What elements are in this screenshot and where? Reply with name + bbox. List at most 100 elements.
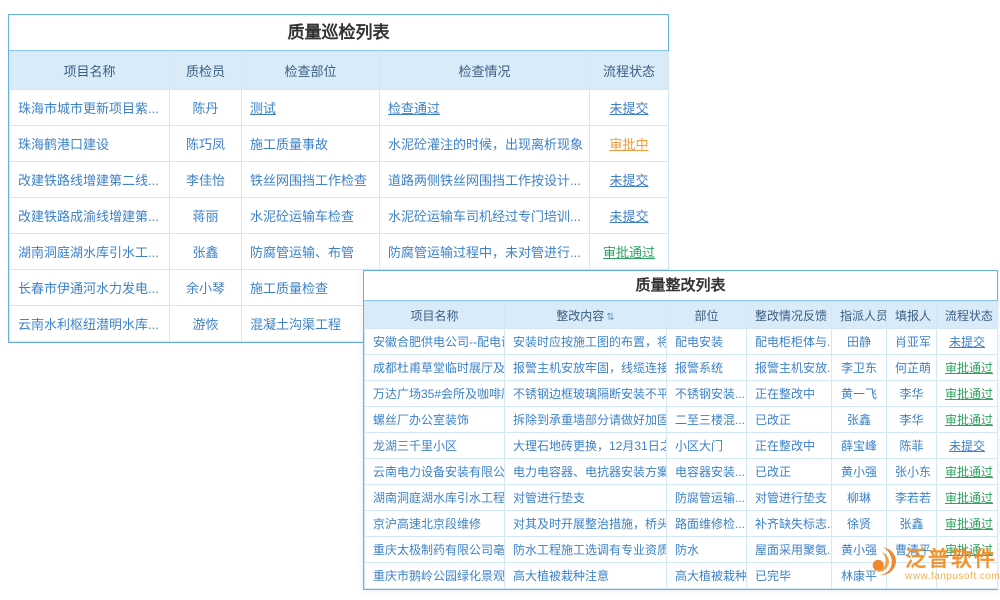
inspector-cell: 余小琴 bbox=[170, 270, 242, 306]
inspector-cell: 李佳怡 bbox=[170, 162, 242, 198]
status-link[interactable]: 审批通过 bbox=[603, 245, 655, 260]
content-cell: 拆除到承重墙部分请做好加固... bbox=[505, 407, 667, 433]
table-row: 湖南洞庭湖水库引水工程施工标对管进行垫支防腐管运输...对管进行垫支柳琳李若若审… bbox=[365, 485, 998, 511]
assignee-cell: 李卫东 bbox=[832, 355, 887, 381]
project-cell[interactable]: 京沪高速北京段维修 bbox=[365, 511, 505, 537]
part-cell: 电容器安装... bbox=[667, 459, 747, 485]
assignee-cell: 柳琳 bbox=[832, 485, 887, 511]
col-header-feedback: 整改情况反馈 bbox=[747, 302, 832, 329]
rectification-table-header: 项目名称 整改内容⇅ 部位 整改情况反馈 指派人员 填报人 流程状态 bbox=[365, 302, 998, 329]
status-cell: 审批通过 bbox=[590, 234, 669, 270]
status-cell: 审批通过 bbox=[937, 485, 998, 511]
feedback-cell: 已完毕 bbox=[747, 563, 832, 589]
reporter-cell: 陈菲 bbox=[887, 433, 937, 459]
status-link[interactable]: 审批通过 bbox=[945, 387, 993, 401]
status-link[interactable]: 未提交 bbox=[609, 209, 648, 224]
status-cell: 未提交 bbox=[937, 433, 998, 459]
status-link[interactable]: 未提交 bbox=[949, 335, 985, 349]
project-cell[interactable]: 改建铁路线增建第二线... bbox=[10, 162, 170, 198]
table-row: 改建铁路线增建第二线...李佳怡铁丝网围挡工作检查道路两侧铁丝网围挡工作按设计.… bbox=[10, 162, 669, 198]
reporter-cell: 何芷萌 bbox=[887, 355, 937, 381]
col-header-part: 检查部位 bbox=[242, 52, 380, 90]
status-cell: 审批中 bbox=[590, 126, 669, 162]
part-cell: 防水 bbox=[667, 537, 747, 563]
assignee-cell: 徐贤 bbox=[832, 511, 887, 537]
reporter-cell: 张小东 bbox=[887, 459, 937, 485]
assignee-cell: 黄一飞 bbox=[832, 381, 887, 407]
project-cell[interactable]: 湖南洞庭湖水库引水工... bbox=[10, 234, 170, 270]
project-cell[interactable]: 成都杜甫草堂临时展厅及独立展... bbox=[365, 355, 505, 381]
content-cell: 报警主机安放牢固，线缆连接... bbox=[505, 355, 667, 381]
content-cell: 电力电容器、电抗器安装方案... bbox=[505, 459, 667, 485]
table-row: 万达广场35#会所及咖啡厅空...不锈钢边框玻璃隔断安装不平...不锈钢安装..… bbox=[365, 381, 998, 407]
status-cell: 未提交 bbox=[590, 90, 669, 126]
status-link[interactable]: 审批通过 bbox=[945, 491, 993, 505]
status-link[interactable]: 审批中 bbox=[609, 137, 648, 152]
status-cell: 审批通过 bbox=[937, 381, 998, 407]
inspector-cell: 陈丹 bbox=[170, 90, 242, 126]
feedback-cell: 报警主机安放... bbox=[747, 355, 832, 381]
project-cell[interactable]: 万达广场35#会所及咖啡厅空... bbox=[365, 381, 505, 407]
col-header-inspector: 质检员 bbox=[170, 52, 242, 90]
project-cell[interactable]: 湖南洞庭湖水库引水工程施工标 bbox=[365, 485, 505, 511]
situation-cell: 水泥砼运输车司机经过专门培训... bbox=[380, 198, 590, 234]
sort-icon[interactable]: ⇅ bbox=[606, 312, 614, 323]
feedback-cell: 已改正 bbox=[747, 459, 832, 485]
part-cell: 配电安装 bbox=[667, 329, 747, 355]
feedback-cell: 配电柜柜体与... bbox=[747, 329, 832, 355]
content-cell: 安装时应按施工图的布置，将... bbox=[505, 329, 667, 355]
col-header-content[interactable]: 整改内容⇅ bbox=[505, 302, 667, 329]
part-cell: 路面维修检... bbox=[667, 511, 747, 537]
status-link[interactable]: 审批通过 bbox=[945, 413, 993, 427]
status-link[interactable]: 审批通过 bbox=[945, 361, 993, 375]
status-link[interactable]: 审批通过 bbox=[945, 465, 993, 479]
part-cell: 水泥砼运输车检查 bbox=[242, 198, 380, 234]
project-cell[interactable]: 重庆市鹅岭公园绿化景观提升... bbox=[365, 563, 505, 589]
project-cell[interactable]: 珠海市城市更新项目紫... bbox=[10, 90, 170, 126]
col-header-status: 流程状态 bbox=[590, 52, 669, 90]
part-cell: 防腐管运输... bbox=[667, 485, 747, 511]
project-cell[interactable]: 螺丝厂办公室装饰 bbox=[365, 407, 505, 433]
project-cell[interactable]: 改建铁路成渝线增建第... bbox=[10, 198, 170, 234]
status-cell: 未提交 bbox=[937, 329, 998, 355]
col-header-assignee: 指派人员 bbox=[832, 302, 887, 329]
table-row: 龙湖三千里小区大理石地砖更换，12月31日之...小区大门正在整改中薛宝峰陈菲未… bbox=[365, 433, 998, 459]
reporter-cell: 肖亚军 bbox=[887, 329, 937, 355]
feedback-cell: 正在整改中 bbox=[747, 433, 832, 459]
watermark: 泛普软件 www.fanpusoft.com bbox=[864, 544, 1000, 587]
assignee-cell: 张鑫 bbox=[832, 407, 887, 433]
feedback-cell: 屋面采用聚氨... bbox=[747, 537, 832, 563]
project-cell[interactable]: 龙湖三千里小区 bbox=[365, 433, 505, 459]
status-link[interactable]: 审批通过 bbox=[945, 517, 993, 531]
inspector-cell: 游恢 bbox=[170, 306, 242, 342]
project-cell[interactable]: 长春市伊通河水力发电... bbox=[10, 270, 170, 306]
project-cell[interactable]: 云南水利枢纽潜明水库... bbox=[10, 306, 170, 342]
project-cell[interactable]: 安徽合肥供电公司--配电设备... bbox=[365, 329, 505, 355]
table-row: 珠海鹤港口建设陈巧凤施工质量事故水泥砼灌注的时候，出现离析现象审批中 bbox=[10, 126, 669, 162]
status-cell: 审批通过 bbox=[937, 459, 998, 485]
rectification-panel: 质量整改列表 项目名称 整改内容⇅ 部位 整改情况反馈 指派人员 填报人 流程状… bbox=[363, 270, 998, 590]
watermark-text: 泛普软件 www.fanpusoft.com bbox=[905, 549, 1000, 582]
inspection-table-header: 项目名称 质检员 检查部位 检查情况 流程状态 bbox=[10, 52, 669, 90]
table-row: 珠海市城市更新项目紫...陈丹测试检查通过未提交 bbox=[10, 90, 669, 126]
col-header-reporter: 填报人 bbox=[887, 302, 937, 329]
content-cell: 不锈钢边框玻璃隔断安装不平... bbox=[505, 381, 667, 407]
project-cell[interactable]: 珠海鹤港口建设 bbox=[10, 126, 170, 162]
status-link[interactable]: 未提交 bbox=[609, 101, 648, 116]
table-row: 湖南洞庭湖水库引水工...张鑫防腐管运输、布管防腐管运输过程中，未对管进行...… bbox=[10, 234, 669, 270]
project-cell[interactable]: 云南电力设备安装有限公司20... bbox=[365, 459, 505, 485]
inspector-cell: 陈巧凤 bbox=[170, 126, 242, 162]
inspector-cell: 张鑫 bbox=[170, 234, 242, 270]
table-row: 云南电力设备安装有限公司20...电力电容器、电抗器安装方案...电容器安装..… bbox=[365, 459, 998, 485]
col-header-status: 流程状态 bbox=[937, 302, 998, 329]
project-cell[interactable]: 重庆太极制药有限公司亳州中... bbox=[365, 537, 505, 563]
part-cell: 小区大门 bbox=[667, 433, 747, 459]
part-cell: 报警系统 bbox=[667, 355, 747, 381]
status-link[interactable]: 未提交 bbox=[609, 173, 648, 188]
watermark-brand: 泛普软件 bbox=[905, 549, 1000, 571]
part-cell: 防腐管运输、布管 bbox=[242, 234, 380, 270]
status-cell: 未提交 bbox=[590, 198, 669, 234]
status-link[interactable]: 未提交 bbox=[949, 439, 985, 453]
reporter-cell: 李若若 bbox=[887, 485, 937, 511]
col-header-project: 项目名称 bbox=[10, 52, 170, 90]
